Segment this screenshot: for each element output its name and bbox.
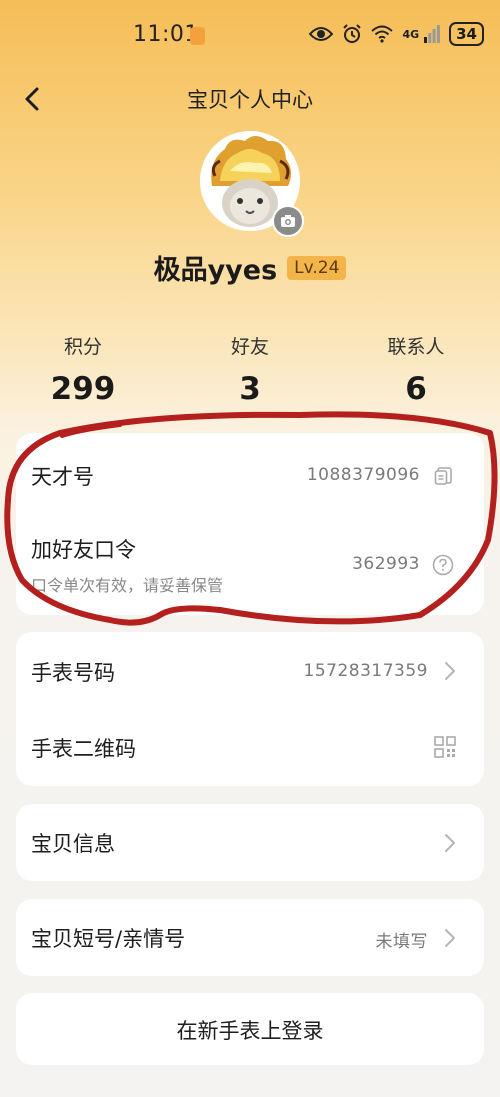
profile-name-row: 极品yyes Lv.24	[0, 248, 500, 287]
stat-contacts[interactable]: 联系人 6	[336, 332, 496, 407]
login-new-watch-button[interactable]: 在新手表上登录	[16, 993, 484, 1065]
watch-qr-label: 手表二维码	[31, 737, 136, 761]
status-icons: 4G 34	[309, 22, 484, 46]
baby-info-label: 宝贝信息	[31, 832, 115, 856]
baby-info-row[interactable]: 宝贝信息	[16, 804, 484, 881]
level-badge: Lv.24	[287, 255, 347, 280]
app-notification-icon	[190, 27, 205, 45]
login-new-watch-label: 在新手表上登录	[176, 1019, 324, 1043]
stat-value: 299	[50, 371, 116, 407]
chevron-right-icon	[445, 662, 455, 680]
stat-label: 积分	[63, 336, 102, 358]
genius-number-value: 1088379096	[306, 465, 420, 485]
stat-friends[interactable]: 好友 3	[170, 332, 330, 407]
wifi-icon	[371, 25, 394, 43]
stat-value: 6	[405, 371, 427, 407]
help-icon[interactable]	[432, 554, 454, 576]
battery-level: 34	[449, 22, 484, 46]
network-type: 4G	[402, 27, 420, 41]
genius-number-label: 天才号	[31, 465, 94, 489]
copy-icon[interactable]	[434, 466, 454, 486]
stat-label: 联系人	[387, 336, 445, 358]
chevron-right-icon	[445, 929, 455, 947]
friend-password-hint: 口令单次有效，请妥善保管	[31, 576, 224, 595]
watch-qr-row[interactable]: 手表二维码	[16, 709, 484, 786]
camera-icon[interactable]	[272, 205, 304, 237]
watch-card: 手表号码 15728317359 手表二维码	[16, 632, 484, 786]
alarm-icon	[343, 24, 362, 43]
eye-icon	[309, 27, 334, 41]
chevron-right-icon	[445, 834, 455, 852]
friend-password-label: 加好友口令	[31, 538, 136, 562]
friend-password-value: 362993	[352, 554, 420, 574]
account-card: 天才号 1088379096 加好友口令 口令单次有效，请妥善保管 362993	[16, 433, 484, 615]
short-number-label: 宝贝短号/亲情号	[31, 927, 186, 951]
stat-label: 好友	[230, 336, 269, 358]
watch-number-label: 手表号码	[31, 661, 115, 685]
username: 极品yyes	[153, 255, 278, 286]
signal-icon	[424, 25, 441, 43]
page-title: 宝贝个人中心	[187, 88, 313, 112]
stat-points[interactable]: 积分 299	[3, 332, 163, 407]
watch-number-value: 15728317359	[303, 661, 428, 681]
watch-number-row[interactable]: 手表号码 15728317359	[16, 632, 484, 709]
stat-value: 3	[239, 371, 261, 407]
short-number-row[interactable]: 宝贝短号/亲情号 未填写	[16, 899, 484, 976]
qr-code-icon	[434, 736, 456, 758]
short-number-value: 未填写	[375, 932, 428, 952]
